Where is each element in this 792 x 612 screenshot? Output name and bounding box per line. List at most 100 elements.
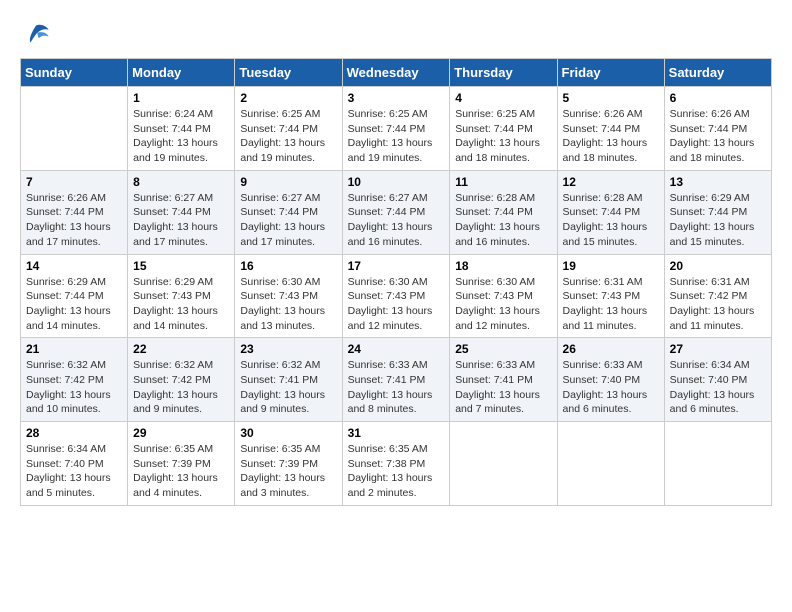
calendar-day-cell: 2 Sunrise: 6:25 AM Sunset: 7:44 PM Daylig… xyxy=(235,87,342,171)
calendar-week-row: 14 Sunrise: 6:29 AM Sunset: 7:44 PM Dayli… xyxy=(21,254,772,338)
day-info: Sunrise: 6:26 AM Sunset: 7:44 PM Dayligh… xyxy=(670,107,766,166)
calendar-day-cell: 30 Sunrise: 6:35 AM Sunset: 7:39 PM Dayli… xyxy=(235,422,342,506)
day-info: Sunrise: 6:28 AM Sunset: 7:44 PM Dayligh… xyxy=(563,191,659,250)
page-header xyxy=(20,20,772,48)
calendar-day-cell: 1Sunrise: 6:24 AM Sunset: 7:44 PM Daylig… xyxy=(128,87,235,171)
calendar-day-cell: 17 Sunrise: 6:30 AM Sunset: 7:43 PM Dayli… xyxy=(342,254,450,338)
calendar-day-cell: 26 Sunrise: 6:33 AM Sunset: 7:40 PM Dayli… xyxy=(557,338,664,422)
day-info: Sunrise: 6:31 AM Sunset: 7:43 PM Dayligh… xyxy=(563,275,659,334)
day-of-week-header: Sunday xyxy=(21,59,128,87)
day-info: Sunrise: 6:26 AM Sunset: 7:44 PM Dayligh… xyxy=(26,191,122,250)
day-number: 10 xyxy=(348,175,445,189)
day-number: 30 xyxy=(240,426,336,440)
calendar-day-cell: 4 Sunrise: 6:25 AM Sunset: 7:44 PM Daylig… xyxy=(450,87,557,171)
day-number: 22 xyxy=(133,342,229,356)
calendar-day-cell: 22 Sunrise: 6:32 AM Sunset: 7:42 PM Dayli… xyxy=(128,338,235,422)
day-number: 29 xyxy=(133,426,229,440)
calendar-day-cell: 12 Sunrise: 6:28 AM Sunset: 7:44 PM Dayli… xyxy=(557,170,664,254)
day-info: Sunrise: 6:27 AM Sunset: 7:44 PM Dayligh… xyxy=(240,191,336,250)
calendar-day-cell: 29 Sunrise: 6:35 AM Sunset: 7:39 PM Dayli… xyxy=(128,422,235,506)
day-info: Sunrise: 6:30 AM Sunset: 7:43 PM Dayligh… xyxy=(240,275,336,334)
day-info: Sunrise: 6:27 AM Sunset: 7:44 PM Dayligh… xyxy=(348,191,445,250)
day-number: 26 xyxy=(563,342,659,356)
day-number: 6 xyxy=(670,91,766,105)
calendar-day-cell xyxy=(664,422,771,506)
calendar-day-cell: 6 Sunrise: 6:26 AM Sunset: 7:44 PM Daylig… xyxy=(664,87,771,171)
day-number: 20 xyxy=(670,259,766,273)
day-info: Sunrise: 6:26 AM Sunset: 7:44 PM Dayligh… xyxy=(563,107,659,166)
calendar-day-cell: 20 Sunrise: 6:31 AM Sunset: 7:42 PM Dayli… xyxy=(664,254,771,338)
day-info: Sunrise: 6:29 AM Sunset: 7:44 PM Dayligh… xyxy=(26,275,122,334)
day-info: Sunrise: 6:34 AM Sunset: 7:40 PM Dayligh… xyxy=(26,442,122,501)
day-info: Sunrise: 6:34 AM Sunset: 7:40 PM Dayligh… xyxy=(670,358,766,417)
day-number: 2 xyxy=(240,91,336,105)
calendar-week-row: 21 Sunrise: 6:32 AM Sunset: 7:42 PM Dayli… xyxy=(21,338,772,422)
day-info: Sunrise: 6:35 AM Sunset: 7:39 PM Dayligh… xyxy=(133,442,229,501)
day-number: 12 xyxy=(563,175,659,189)
day-number: 17 xyxy=(348,259,445,273)
day-info: Sunrise: 6:35 AM Sunset: 7:38 PM Dayligh… xyxy=(348,442,445,501)
day-number: 11 xyxy=(455,175,551,189)
day-info: Sunrise: 6:27 AM Sunset: 7:44 PM Dayligh… xyxy=(133,191,229,250)
day-number: 19 xyxy=(563,259,659,273)
day-number: 4 xyxy=(455,91,551,105)
day-info: Sunrise: 6:33 AM Sunset: 7:40 PM Dayligh… xyxy=(563,358,659,417)
day-number: 15 xyxy=(133,259,229,273)
calendar-week-row: 1Sunrise: 6:24 AM Sunset: 7:44 PM Daylig… xyxy=(21,87,772,171)
calendar-header-row: SundayMondayTuesdayWednesdayThursdayFrid… xyxy=(21,59,772,87)
day-number: 31 xyxy=(348,426,445,440)
calendar-day-cell xyxy=(21,87,128,171)
calendar-day-cell: 21 Sunrise: 6:32 AM Sunset: 7:42 PM Dayli… xyxy=(21,338,128,422)
day-number: 14 xyxy=(26,259,122,273)
day-info: Sunrise: 6:29 AM Sunset: 7:43 PM Dayligh… xyxy=(133,275,229,334)
day-info: Sunrise: 6:25 AM Sunset: 7:44 PM Dayligh… xyxy=(240,107,336,166)
day-number: 1 xyxy=(133,91,229,105)
day-of-week-header: Friday xyxy=(557,59,664,87)
calendar-table: SundayMondayTuesdayWednesdayThursdayFrid… xyxy=(20,58,772,506)
calendar-day-cell: 5 Sunrise: 6:26 AM Sunset: 7:44 PM Daylig… xyxy=(557,87,664,171)
calendar-day-cell: 25Sunrise: 6:33 AM Sunset: 7:41 PM Dayli… xyxy=(450,338,557,422)
calendar-day-cell: 8 Sunrise: 6:27 AM Sunset: 7:44 PM Daylig… xyxy=(128,170,235,254)
logo-bird-icon xyxy=(22,20,50,48)
day-info: Sunrise: 6:35 AM Sunset: 7:39 PM Dayligh… xyxy=(240,442,336,501)
day-number: 24 xyxy=(348,342,445,356)
calendar-day-cell: 16 Sunrise: 6:30 AM Sunset: 7:43 PM Dayli… xyxy=(235,254,342,338)
day-info: Sunrise: 6:28 AM Sunset: 7:44 PM Dayligh… xyxy=(455,191,551,250)
day-info: Sunrise: 6:25 AM Sunset: 7:44 PM Dayligh… xyxy=(455,107,551,166)
calendar-day-cell: 24 Sunrise: 6:33 AM Sunset: 7:41 PM Dayli… xyxy=(342,338,450,422)
day-number: 27 xyxy=(670,342,766,356)
calendar-day-cell: 10 Sunrise: 6:27 AM Sunset: 7:44 PM Dayli… xyxy=(342,170,450,254)
day-info: Sunrise: 6:25 AM Sunset: 7:44 PM Dayligh… xyxy=(348,107,445,166)
day-number: 23 xyxy=(240,342,336,356)
calendar-day-cell: 13Sunrise: 6:29 AM Sunset: 7:44 PM Dayli… xyxy=(664,170,771,254)
calendar-day-cell xyxy=(557,422,664,506)
day-info: Sunrise: 6:33 AM Sunset: 7:41 PM Dayligh… xyxy=(348,358,445,417)
day-number: 18 xyxy=(455,259,551,273)
calendar-day-cell xyxy=(450,422,557,506)
calendar-day-cell: 23 Sunrise: 6:32 AM Sunset: 7:41 PM Dayli… xyxy=(235,338,342,422)
day-info: Sunrise: 6:30 AM Sunset: 7:43 PM Dayligh… xyxy=(455,275,551,334)
day-number: 25 xyxy=(455,342,551,356)
day-number: 21 xyxy=(26,342,122,356)
calendar-week-row: 7 Sunrise: 6:26 AM Sunset: 7:44 PM Daylig… xyxy=(21,170,772,254)
day-info: Sunrise: 6:32 AM Sunset: 7:41 PM Dayligh… xyxy=(240,358,336,417)
day-number: 7 xyxy=(26,175,122,189)
calendar-day-cell: 15 Sunrise: 6:29 AM Sunset: 7:43 PM Dayli… xyxy=(128,254,235,338)
day-of-week-header: Saturday xyxy=(664,59,771,87)
calendar-day-cell: 14 Sunrise: 6:29 AM Sunset: 7:44 PM Dayli… xyxy=(21,254,128,338)
day-info: Sunrise: 6:29 AM Sunset: 7:44 PM Dayligh… xyxy=(670,191,766,250)
day-info: Sunrise: 6:32 AM Sunset: 7:42 PM Dayligh… xyxy=(26,358,122,417)
day-number: 16 xyxy=(240,259,336,273)
calendar-day-cell: 19 Sunrise: 6:31 AM Sunset: 7:43 PM Dayli… xyxy=(557,254,664,338)
day-number: 5 xyxy=(563,91,659,105)
calendar-day-cell: 7 Sunrise: 6:26 AM Sunset: 7:44 PM Daylig… xyxy=(21,170,128,254)
day-number: 8 xyxy=(133,175,229,189)
day-number: 28 xyxy=(26,426,122,440)
day-of-week-header: Thursday xyxy=(450,59,557,87)
calendar-day-cell: 3Sunrise: 6:25 AM Sunset: 7:44 PM Daylig… xyxy=(342,87,450,171)
calendar-day-cell: 11 Sunrise: 6:28 AM Sunset: 7:44 PM Dayli… xyxy=(450,170,557,254)
day-info: Sunrise: 6:31 AM Sunset: 7:42 PM Dayligh… xyxy=(670,275,766,334)
day-info: Sunrise: 6:30 AM Sunset: 7:43 PM Dayligh… xyxy=(348,275,445,334)
calendar-week-row: 28 Sunrise: 6:34 AM Sunset: 7:40 PM Dayli… xyxy=(21,422,772,506)
day-info: Sunrise: 6:32 AM Sunset: 7:42 PM Dayligh… xyxy=(133,358,229,417)
